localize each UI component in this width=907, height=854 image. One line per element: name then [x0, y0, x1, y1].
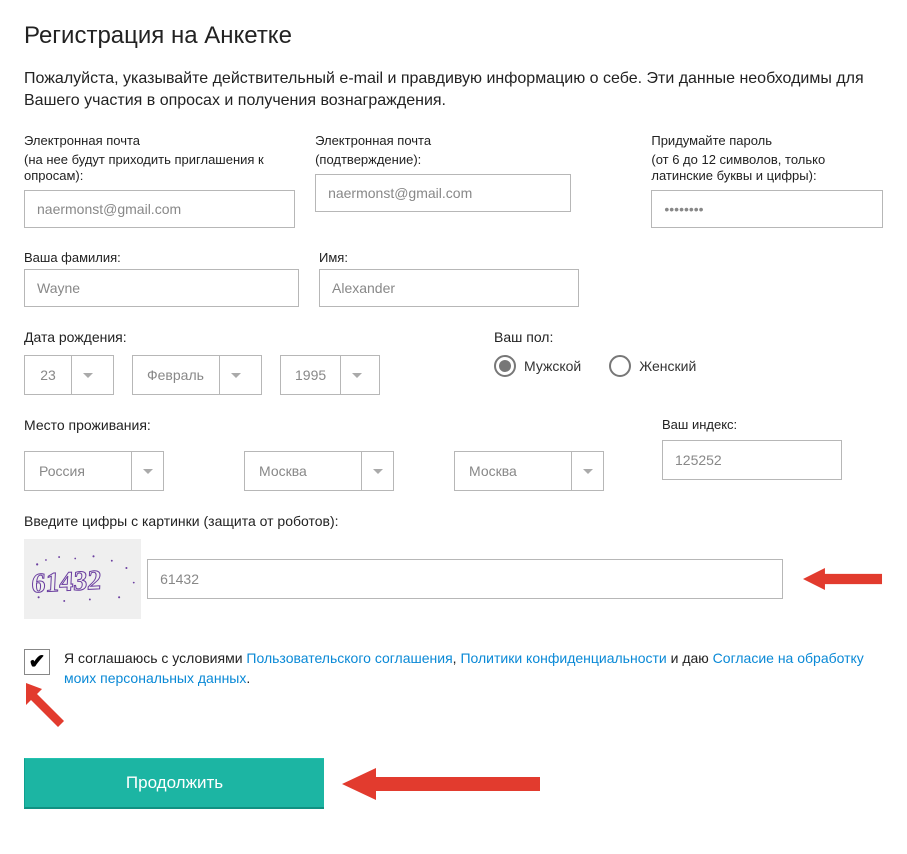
continue-button[interactable]: Продолжить: [24, 758, 324, 809]
password-label: Придумайте пароль: [651, 133, 883, 148]
surname-input[interactable]: [24, 269, 299, 307]
email-note: (на нее будут приходить приглашения к оп…: [24, 152, 295, 185]
consent-row: ✔ Я соглашаюсь с условиями Пользовательс…: [24, 649, 883, 688]
captcha-label: Введите цифры с картинки (защита от робо…: [24, 513, 883, 529]
consent-t1: Я соглашаюсь с условиями: [64, 650, 246, 666]
chevron-down-icon: [131, 452, 163, 490]
email-confirm-label: Электронная почта: [315, 133, 571, 148]
zip-label: Ваш индекс:: [662, 417, 842, 432]
dob-selects: 23 Февраль 1995: [24, 355, 494, 395]
captcha-row: 61432: [24, 539, 883, 619]
arrow-annotation-icon: [20, 679, 70, 729]
row-place-zip: Место проживания: Россия Москва Москва: [24, 417, 883, 491]
name-label: Имя:: [319, 250, 579, 265]
country-select[interactable]: Россия: [24, 451, 164, 491]
place-block: Место проживания: Россия Москва Москва: [24, 417, 624, 491]
consent-t2: и даю: [667, 650, 713, 666]
zip-input[interactable]: [662, 440, 842, 480]
place-selects: Россия Москва Москва: [24, 451, 624, 491]
surname-block: Ваша фамилия:: [24, 250, 299, 307]
password-block: Придумайте пароль (от 6 до 12 символов, …: [651, 133, 883, 229]
region-select[interactable]: Москва: [244, 451, 394, 491]
zip-block: Ваш индекс:: [662, 417, 842, 480]
dob-year-select[interactable]: 1995: [280, 355, 380, 395]
surname-label: Ваша фамилия:: [24, 250, 299, 265]
email-input[interactable]: [24, 190, 295, 228]
chevron-down-icon: [219, 356, 251, 394]
captcha-image: 61432: [24, 539, 141, 619]
chevron-down-icon: [340, 356, 372, 394]
privacy-policy-link[interactable]: Политики конфиденциальности: [460, 650, 666, 666]
dob-label: Дата рождения:: [24, 329, 494, 345]
city-select[interactable]: Москва: [454, 451, 604, 491]
row-name: Ваша фамилия: Имя:: [24, 250, 883, 307]
gender-male-radio[interactable]: Мужской: [494, 355, 581, 377]
password-note: (от 6 до 12 символов, только латинские б…: [651, 152, 883, 185]
gender-female-radio[interactable]: Женский: [609, 355, 696, 377]
password-input[interactable]: [651, 190, 883, 228]
consent-dot: .: [246, 670, 250, 686]
gender-male-label: Мужской: [524, 358, 581, 374]
country-value: Россия: [25, 463, 131, 479]
radio-icon: [494, 355, 516, 377]
place-label: Место проживания:: [24, 417, 624, 433]
arrow-annotation-icon: [803, 561, 883, 597]
consent-checkbox[interactable]: ✔: [24, 649, 50, 675]
gender-radio-group: Мужской Женский: [494, 355, 696, 377]
captcha-input[interactable]: [147, 559, 782, 599]
dob-block: Дата рождения: 23 Февраль 1995: [24, 329, 494, 395]
captcha-block: Введите цифры с картинки (защита от робо…: [24, 513, 883, 619]
gender-female-label: Женский: [639, 358, 696, 374]
captcha-distorted-text: 61432: [31, 565, 102, 600]
city-value: Москва: [455, 463, 571, 479]
email-confirm-block: Электронная почта (подтверждение):: [315, 133, 571, 212]
email-confirm-note: (подтверждение):: [315, 152, 571, 168]
user-agreement-link[interactable]: Пользовательского соглашения: [246, 650, 452, 666]
gender-block: Ваш пол: Мужской Женский: [494, 329, 696, 395]
email-label: Электронная почта: [24, 133, 295, 148]
dob-month-select[interactable]: Февраль: [132, 355, 262, 395]
radio-icon: [609, 355, 631, 377]
chevron-down-icon: [71, 356, 103, 394]
consent-text: Я соглашаюсь с условиями Пользовательско…: [64, 649, 883, 688]
chevron-down-icon: [361, 452, 393, 490]
check-icon: ✔: [29, 652, 46, 672]
gender-label: Ваш пол:: [494, 329, 696, 345]
submit-row: Продолжить: [24, 758, 883, 809]
row-dob-gender: Дата рождения: 23 Февраль 1995 Ваш пол: …: [24, 329, 883, 395]
name-input[interactable]: [319, 269, 579, 307]
name-block: Имя:: [319, 250, 579, 307]
intro-text: Пожалуйста, указывайте действительный e-…: [24, 68, 874, 113]
dob-month-value: Февраль: [133, 367, 219, 383]
chevron-down-icon: [571, 452, 603, 490]
region-value: Москва: [245, 463, 361, 479]
arrow-annotation-icon: [342, 766, 542, 802]
dob-year-value: 1995: [281, 367, 340, 383]
dob-day-value: 23: [25, 367, 71, 383]
dob-day-select[interactable]: 23: [24, 355, 114, 395]
page-title: Регистрация на Анкетке: [24, 22, 883, 50]
email-confirm-input[interactable]: [315, 174, 571, 212]
email-block: Электронная почта (на нее будут приходит…: [24, 133, 295, 229]
row-email-password: Электронная почта (на нее будут приходит…: [24, 133, 883, 229]
